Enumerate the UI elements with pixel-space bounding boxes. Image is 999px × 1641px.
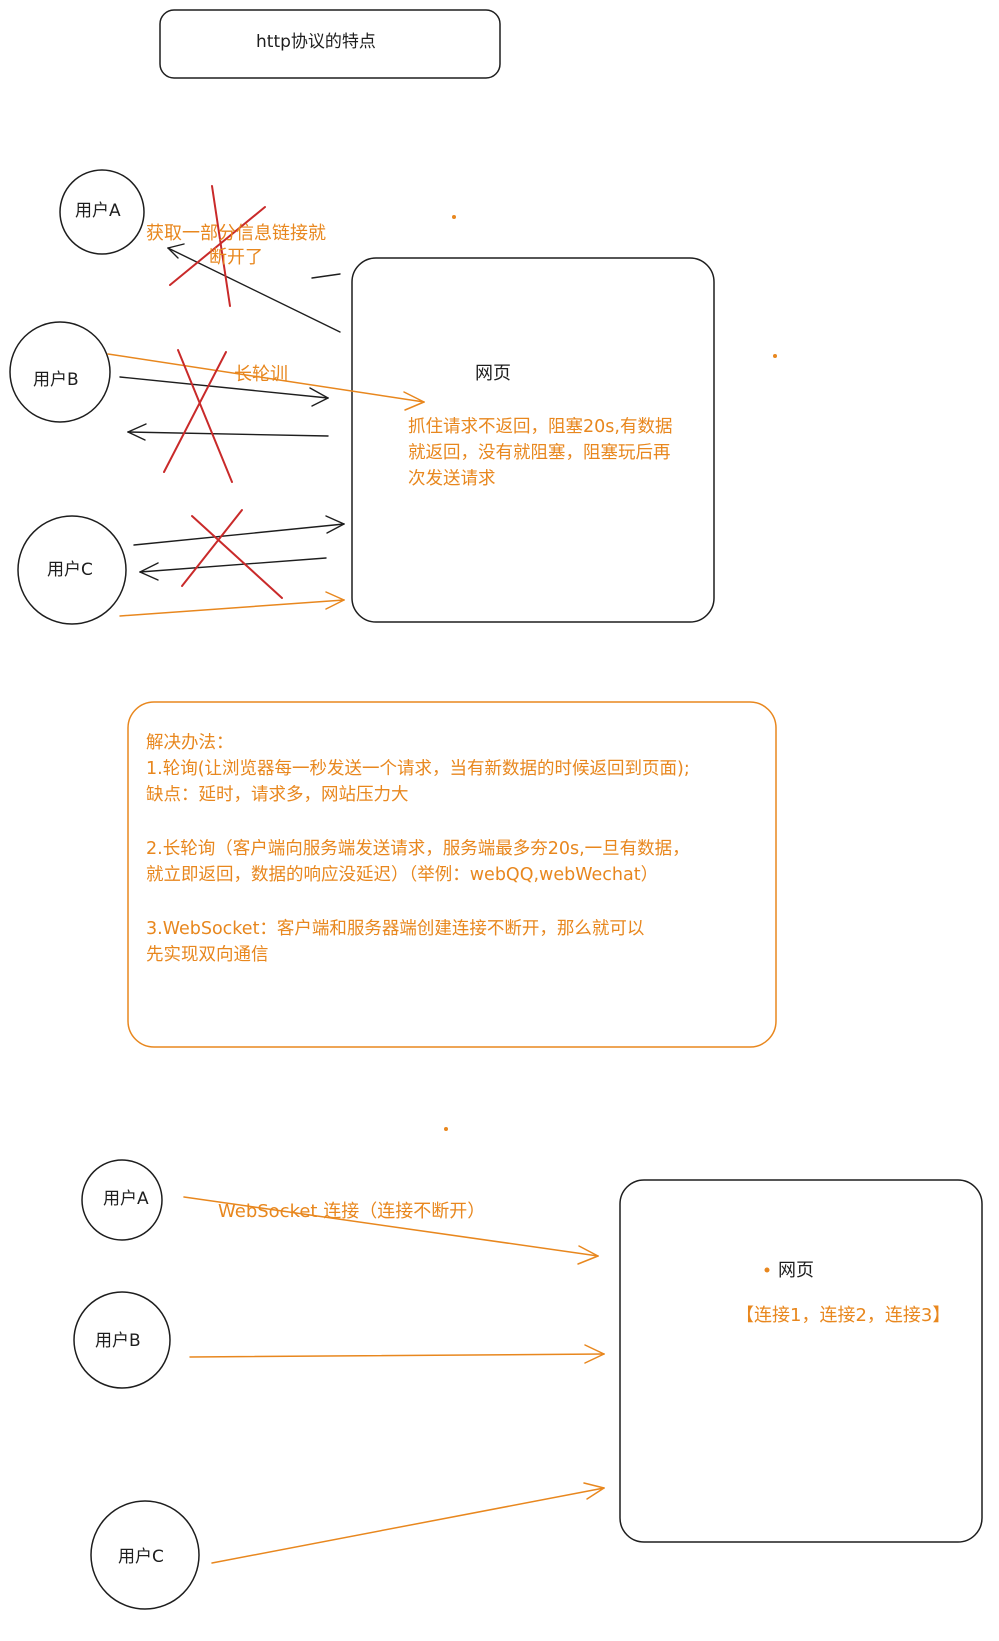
user-c-label: 用户C (47, 560, 93, 580)
dot-2 (773, 354, 777, 358)
disconnect-label: 获取一部分信息链接就 断开了 (146, 223, 326, 268)
webpage-label-1: 网页 (475, 363, 511, 384)
user-c2-label: 用户C (118, 1547, 164, 1567)
page-title: http协议的特点 (256, 32, 376, 52)
long-poll-note: 抓住请求不返回，阻塞20s,有数据 就返回，没有就阻塞，阻塞玩后再 次发送请求 (408, 417, 673, 489)
user-c-arrows (133, 515, 345, 581)
cross-mark-b (163, 349, 233, 483)
solution-polling: 1.轮询(让浏览器每一秒发送一个请求，当有新数据的时候返回到页面); 缺点：延时… (146, 759, 690, 805)
solution-websocket: 3.WebSocket：客户端和服务器端创建连接不断开，那么就可以 先实现双向通… (146, 919, 645, 965)
solution-long-polling: 2.长轮询（客户端向服务端发送请求，服务端最多夯20s,一旦有数据， 就立即返回… (146, 839, 690, 885)
websocket-connection-label: WebSocket 连接（连接不断开） (218, 1201, 486, 1222)
dot-1 (452, 215, 456, 219)
websocket-arrows (183, 1196, 605, 1564)
webpage-label-2: 网页 (778, 1260, 814, 1281)
dot-4 (764, 1267, 770, 1273)
user-b2-label: 用户B (95, 1331, 141, 1351)
user-c-orange-arrow (119, 591, 345, 617)
solutions-heading: 解决办法： (146, 733, 234, 753)
user-a2-label: 用户A (103, 1189, 149, 1209)
long-poll-label: 长轮训 (234, 364, 288, 385)
user-b-arrows (119, 376, 329, 441)
cross-mark-c (181, 509, 283, 599)
connections-label: 【连接1，连接2，连接3】 (736, 1305, 951, 1326)
user-b-label: 用户B (33, 370, 79, 390)
webpage-box-2 (619, 1179, 983, 1543)
dot-3 (444, 1127, 448, 1131)
user-a-label: 用户A (75, 201, 121, 221)
